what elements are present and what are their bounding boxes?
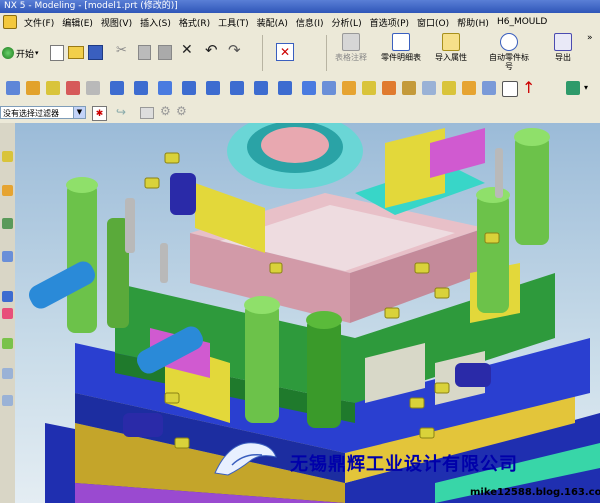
square-icon[interactable] (502, 81, 518, 97)
standard-toolbar: 开始 ▾ ✂ ✕ ↶ ↷ ✕ 表格注释 零件明细表 导入属性 自动零件标号 导出… (0, 31, 600, 76)
system-icon[interactable] (2, 395, 13, 406)
cut-icon[interactable]: ✂ (116, 43, 127, 58)
menu-information[interactable]: 信息(I) (292, 16, 328, 29)
blue-block-icon[interactable] (182, 81, 196, 95)
mould-icon[interactable] (422, 81, 436, 95)
blue-block-icon[interactable] (110, 81, 124, 95)
blue-block-icon[interactable] (206, 81, 220, 95)
menu-edit[interactable]: 编辑(E) (58, 16, 97, 29)
menu-insert[interactable]: 插入(S) (136, 16, 175, 29)
mould-icon[interactable] (342, 81, 356, 95)
gem-icon[interactable] (46, 81, 60, 95)
chevron-down-icon[interactable]: ▾ (584, 83, 588, 92)
cylinder-icon[interactable] (86, 81, 100, 95)
view-cube-icon[interactable] (6, 81, 20, 95)
mould-icon[interactable] (482, 81, 496, 95)
palette-icon[interactable] (2, 308, 13, 319)
blue-block-icon[interactable] (278, 81, 292, 95)
resource-bar (0, 123, 16, 503)
new-icon[interactable] (50, 45, 64, 61)
snap-view-icon[interactable]: ✕ (276, 43, 294, 61)
copy-icon[interactable] (138, 45, 151, 60)
menu-tools[interactable]: 工具(T) (214, 16, 253, 29)
part-list-icon (392, 33, 410, 51)
mould-icon[interactable] (382, 81, 396, 95)
view-toolbar: ↑ ▾ (0, 75, 600, 104)
shield-icon[interactable] (26, 81, 40, 95)
part-navigator-icon[interactable] (2, 151, 13, 162)
table-note-icon (342, 33, 360, 51)
assembly-navigator-icon[interactable] (2, 185, 13, 196)
box-select-icon[interactable] (140, 107, 154, 119)
blue-block-icon[interactable] (230, 81, 244, 95)
save-icon[interactable] (88, 45, 103, 60)
menu-bar: 文件(F) 编辑(E) 视图(V) 插入(S) 格式(R) 工具(T) 装配(A… (0, 13, 600, 32)
mould-icon[interactable] (362, 81, 376, 95)
arrow-icon[interactable]: ↪ (116, 105, 126, 119)
delete-icon[interactable]: ✕ (181, 42, 193, 58)
menu-view[interactable]: 视图(V) (97, 16, 136, 29)
window-title: NX 5 - Modeling - [model1.prt (修改的)] (0, 0, 600, 13)
paste-icon[interactable] (158, 45, 172, 60)
chevron-down-icon[interactable]: ▼ (73, 107, 85, 118)
toolbar-separator (262, 35, 263, 71)
app-icon[interactable] (3, 15, 17, 29)
web-icon[interactable] (2, 291, 13, 302)
menu-help[interactable]: 帮助(H) (453, 16, 493, 29)
watermark-logo (210, 435, 280, 480)
menu-file[interactable]: 文件(F) (20, 16, 58, 29)
chevron-down-icon: ▾ (35, 49, 39, 57)
history-icon[interactable] (2, 218, 13, 229)
menu-preferences[interactable]: 首选项(P) (366, 16, 413, 29)
mould-icon[interactable] (402, 81, 416, 95)
auto-balloon-button[interactable]: 自动零件标号 (486, 33, 532, 73)
menu-window[interactable]: 窗口(O) (413, 16, 453, 29)
start-button[interactable]: 开始 ▾ (2, 45, 39, 61)
mould-icon[interactable] (462, 81, 476, 95)
cylinder-icon[interactable] (322, 81, 336, 95)
selection-toolbar: 没有选择过滤器 ▼ ✱ ↪ ⚙ ⚙ (0, 103, 600, 124)
gear-icon[interactable]: ⚙ (160, 104, 171, 118)
blue-block-icon[interactable] (254, 81, 268, 95)
blue-block-icon[interactable] (302, 81, 316, 95)
menu-analysis[interactable]: 分析(L) (328, 16, 366, 29)
toolbar-separator (326, 35, 327, 71)
blue-block-icon[interactable] (158, 81, 172, 95)
selection-filter-select[interactable]: 没有选择过滤器 ▼ (0, 106, 86, 119)
assembly-icon[interactable] (566, 81, 580, 95)
part-list-button[interactable]: 零件明细表 (378, 33, 424, 73)
open-icon[interactable] (68, 46, 84, 59)
menu-assembly[interactable]: 装配(A) (253, 16, 292, 29)
blue-block-icon[interactable] (134, 81, 148, 95)
gear-icon[interactable]: ⚙ (176, 104, 187, 118)
watermark-blog-url: mike12588.blog.163.com (470, 487, 600, 498)
mould-assembly-model (28, 123, 600, 503)
watermark-company: 无锡鼎辉工业设计有限公司 (290, 454, 518, 475)
export-icon (554, 33, 572, 51)
redo-icon[interactable]: ↷ (228, 41, 241, 59)
undo-icon[interactable]: ↶ (205, 41, 218, 59)
menu-format[interactable]: 格式(R) (175, 16, 214, 29)
graphics-viewport[interactable] (15, 123, 600, 503)
mould-icon[interactable] (442, 81, 456, 95)
import-attributes-icon (442, 33, 460, 51)
import-attributes-button[interactable]: 导入属性 (428, 33, 474, 73)
roles-icon[interactable] (2, 338, 13, 349)
clock-icon[interactable] (2, 251, 13, 262)
system-icon[interactable] (2, 368, 13, 379)
snap-point-icon[interactable]: ✱ (92, 106, 107, 121)
start-icon (2, 47, 14, 59)
table-note-button[interactable]: 表格注释 (328, 33, 374, 73)
toolbar-more-icon[interactable]: » (587, 33, 593, 43)
auto-balloon-icon (500, 33, 518, 51)
menu-h6-mould[interactable]: H6_MOULD (493, 17, 551, 27)
export-button[interactable]: 导出 (540, 33, 586, 73)
arrow-up-icon[interactable]: ↑ (522, 78, 535, 97)
part-icon[interactable] (66, 81, 80, 95)
